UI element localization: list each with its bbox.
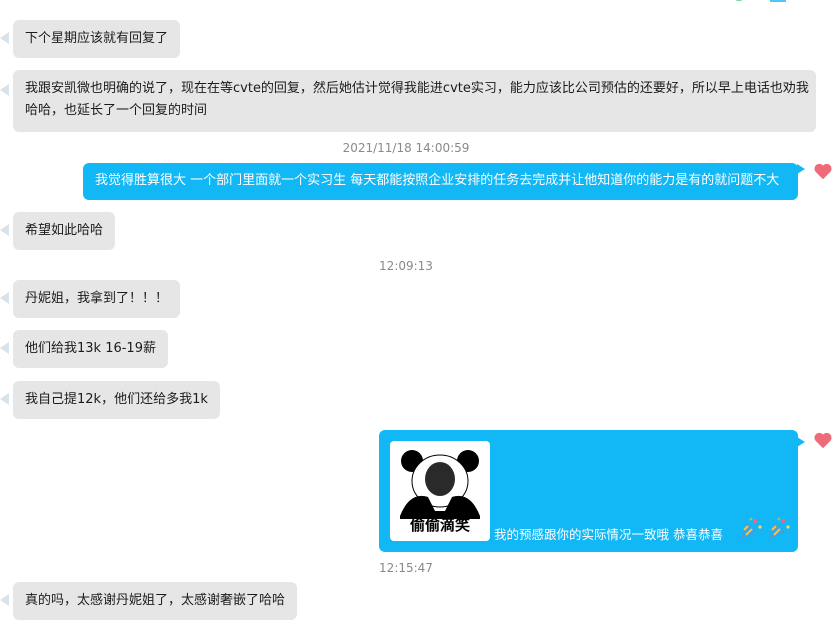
bubble-tail bbox=[0, 292, 9, 304]
heart-reaction-icon bbox=[814, 432, 832, 449]
outgoing-message[interactable]: 我觉得胜算很大 一个部门里面就一个实习生 每天都能按照企业安排的任务去完成并让他… bbox=[83, 163, 798, 200]
bubble-tail bbox=[0, 342, 9, 354]
bubble-tail bbox=[0, 393, 9, 405]
bubble-tail bbox=[0, 32, 9, 44]
timestamp: 2021/11/18 14:00:59 bbox=[342, 141, 470, 155]
heart-reaction-icon bbox=[814, 163, 832, 180]
bubble-tail bbox=[0, 224, 9, 236]
incoming-message[interactable]: 我跟安凯微也明确的说了，现在在等cvte的回复，然后她估计觉得我能进cvte实习… bbox=[13, 70, 816, 132]
party-popper-icon bbox=[740, 517, 762, 540]
incoming-message[interactable]: 他们给我13k 16-19薪 bbox=[13, 330, 168, 368]
timestamp: 12:15:47 bbox=[379, 561, 433, 575]
chat-window: 下个星期应该就有回复了 我跟安凯微也明确的说了，现在在等cvte的回复，然后她估… bbox=[0, 0, 840, 636]
sticker-caption: 偷偷滴笑 bbox=[409, 516, 470, 534]
timestamp: 12:09:13 bbox=[379, 259, 433, 273]
bubble-tail bbox=[797, 164, 805, 174]
bubble-tail bbox=[0, 594, 9, 606]
message-line: 哈哈，也延长了一个回复的时间 bbox=[25, 103, 208, 118]
incoming-message[interactable]: 下个星期应该就有回复了 bbox=[13, 20, 181, 58]
bubble-tail bbox=[0, 84, 9, 96]
bubble-tail bbox=[797, 437, 805, 447]
incoming-message[interactable]: 我自己提12k，他们还给多我1k bbox=[13, 381, 220, 419]
panda-meme-sticker[interactable]: 偷偷滴笑 bbox=[390, 441, 490, 541]
incoming-message[interactable]: 希望如此哈哈 bbox=[13, 212, 116, 250]
incoming-message[interactable]: 真的吗，太感谢丹妮姐了，太感谢奢嵌了哈哈 bbox=[13, 582, 298, 620]
call-icon[interactable] bbox=[728, 0, 750, 4]
message-line: 我跟安凯微也明确的说了，现在在等cvte的回复，然后她估计觉得我能进cvte实习… bbox=[25, 81, 809, 96]
message-text: 我的预感跟你的实际情况一致哦 恭喜恭喜 bbox=[494, 527, 723, 542]
party-popper-icon bbox=[768, 517, 790, 540]
incoming-message[interactable]: 丹妮姐，我拿到了！！！ bbox=[13, 280, 181, 318]
window-icon[interactable] bbox=[768, 0, 790, 4]
